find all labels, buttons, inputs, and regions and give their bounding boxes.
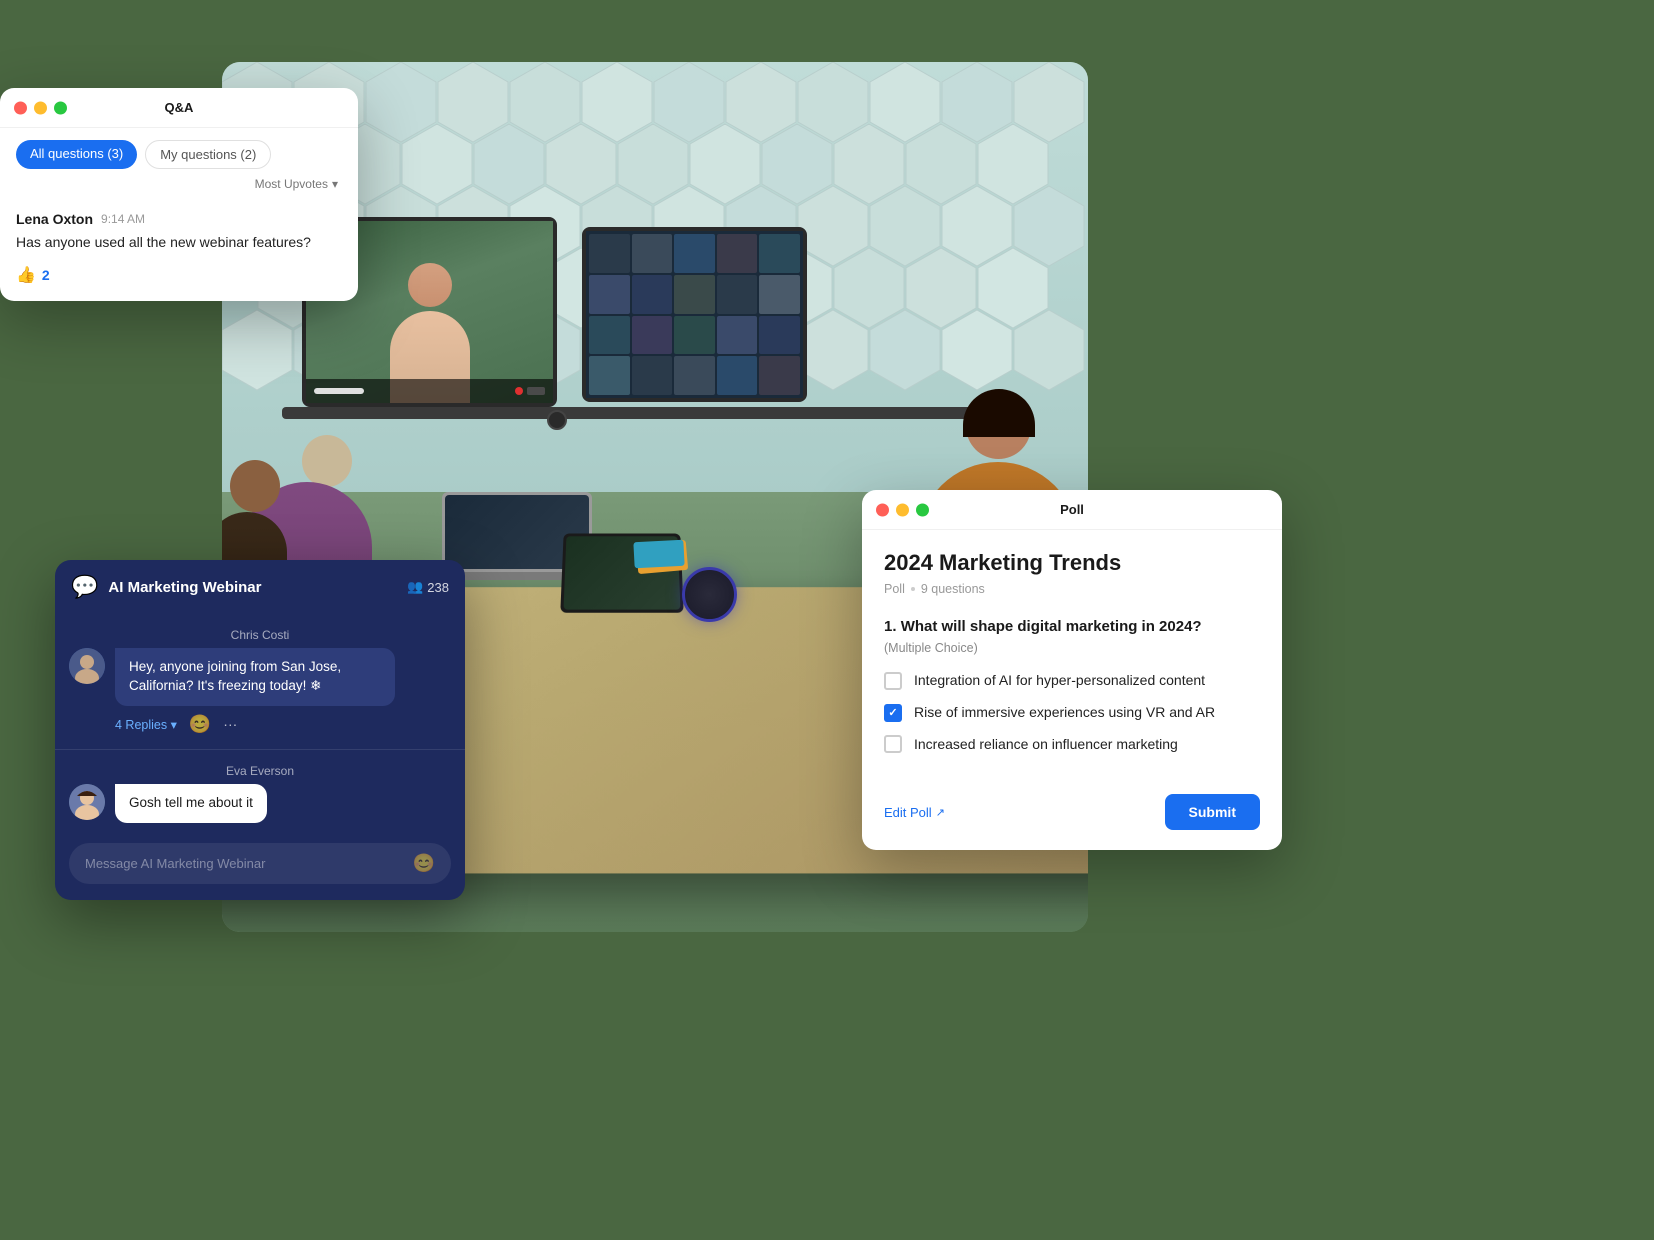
close-button[interactable] xyxy=(14,101,27,114)
more-options-btn[interactable]: ··· xyxy=(223,716,237,732)
chat-attendees: 👥 238 xyxy=(407,579,449,595)
msg-bubble-1: Hey, anyone joining from San Jose, Calif… xyxy=(115,648,395,706)
avatar-eva xyxy=(69,784,105,820)
qa-asker-info: Lena Oxton 9:14 AM xyxy=(16,211,342,227)
msg-sender-2: Eva Everson xyxy=(69,764,451,778)
poll-heading: 2024 Marketing Trends xyxy=(884,550,1260,576)
attendees-count: 238 xyxy=(427,580,449,595)
msg-bubble-2: Gosh tell me about it xyxy=(115,784,267,823)
chat-messages: Chris Costi Hey, anyone joining from San… xyxy=(55,614,465,837)
msg-sender-1: Chris Costi xyxy=(69,628,451,642)
submit-button[interactable]: Submit xyxy=(1165,794,1260,830)
poll-body: 2024 Marketing Trends Poll 9 questions 1… xyxy=(862,530,1282,794)
chat-title: AI Marketing Webinar xyxy=(108,579,261,596)
maximize-button[interactable] xyxy=(54,101,67,114)
poll-question: 1. What will shape digital marketing in … xyxy=(884,616,1260,637)
qa-title: Q&A xyxy=(165,100,194,115)
poll-window-controls xyxy=(876,503,929,516)
qa-tab-all[interactable]: All questions (3) xyxy=(16,140,137,169)
qa-sort-dropdown[interactable]: Most Upvotes ▾ xyxy=(0,169,358,199)
qa-upvote-row[interactable]: 👍 2 xyxy=(16,265,342,285)
poll-checkbox-2[interactable] xyxy=(884,704,902,722)
poll-minimize-button[interactable] xyxy=(896,503,909,516)
msg-text-1: Hey, anyone joining from San Jose, Calif… xyxy=(129,659,341,693)
poll-option-3[interactable]: Increased reliance on influencer marketi… xyxy=(884,735,1260,755)
qa-timestamp: 9:14 AM xyxy=(101,212,145,226)
minimize-button[interactable] xyxy=(34,101,47,114)
poll-options: Integration of AI for hyper-personalized… xyxy=(884,671,1260,754)
msg-row-1: Hey, anyone joining from San Jose, Calif… xyxy=(69,648,451,706)
poll-type: Poll xyxy=(884,582,905,596)
edit-poll-link[interactable]: Edit Poll ↗ xyxy=(884,805,945,820)
poll-option-1[interactable]: Integration of AI for hyper-personalized… xyxy=(884,671,1260,691)
qa-tabs: All questions (3) My questions (2) xyxy=(0,128,358,169)
poll-close-button[interactable] xyxy=(876,503,889,516)
window-controls xyxy=(14,101,67,114)
poll-question-count: 9 questions xyxy=(921,582,985,596)
poll-meta-separator xyxy=(911,587,915,591)
poll-checkbox-3[interactable] xyxy=(884,735,902,753)
qa-question-text: Has anyone used all the new webinar feat… xyxy=(16,233,342,253)
emoji-react-btn[interactable]: 😊 xyxy=(189,714,211,735)
chat-emoji-button[interactable]: 😊 xyxy=(413,853,435,874)
poll-option-1-text: Integration of AI for hyper-personalized… xyxy=(914,671,1205,691)
attendees-icon: 👥 xyxy=(407,579,423,595)
poll-option-2-text: Rise of immersive experiences using VR a… xyxy=(914,703,1215,723)
poll-option-3-text: Increased reliance on influencer marketi… xyxy=(914,735,1178,755)
edit-poll-label: Edit Poll xyxy=(884,805,932,820)
msg-text-2: Gosh tell me about it xyxy=(129,795,253,810)
chat-input-area[interactable]: Message AI Marketing Webinar 😊 xyxy=(69,843,451,884)
chat-window: 💬 AI Marketing Webinar 👥 238 Chris Costi xyxy=(55,560,465,900)
qa-asker-name: Lena Oxton xyxy=(16,211,93,227)
chat-header: 💬 AI Marketing Webinar 👥 238 xyxy=(55,560,465,614)
poll-title: Poll xyxy=(1060,502,1084,517)
qa-sort-label: Most Upvotes xyxy=(255,177,328,191)
qa-window: Q&A All questions (3) My questions (2) M… xyxy=(0,88,358,301)
poll-option-2[interactable]: Rise of immersive experiences using VR a… xyxy=(884,703,1260,723)
msg-row-2: Gosh tell me about it xyxy=(69,784,451,823)
qa-question-item: Lena Oxton 9:14 AM Has anyone used all t… xyxy=(0,199,358,301)
poll-question-type: (Multiple Choice) xyxy=(884,641,1260,655)
poll-question-number: 1. xyxy=(884,618,897,635)
poll-checkbox-1[interactable] xyxy=(884,672,902,690)
external-link-icon: ↗ xyxy=(936,806,945,819)
message-group-1: Chris Costi Hey, anyone joining from San… xyxy=(55,622,465,741)
poll-maximize-button[interactable] xyxy=(916,503,929,516)
upvote-count: 2 xyxy=(42,267,50,283)
qa-tab-my[interactable]: My questions (2) xyxy=(145,140,271,169)
msg-actions-1: 4 Replies ▾ 😊 ··· xyxy=(69,714,451,735)
thumbs-up-icon: 👍 xyxy=(16,265,36,285)
msg-replies-btn[interactable]: 4 Replies ▾ xyxy=(115,717,177,732)
chat-input-placeholder: Message AI Marketing Webinar xyxy=(85,856,265,871)
poll-meta: Poll 9 questions xyxy=(884,582,1260,596)
poll-footer: Edit Poll ↗ Submit xyxy=(862,794,1282,850)
qa-titlebar: Q&A xyxy=(0,88,358,128)
chat-header-left: 💬 AI Marketing Webinar xyxy=(71,574,262,600)
poll-question-text: What will shape digital marketing in 202… xyxy=(901,618,1202,635)
poll-window: Poll 2024 Marketing Trends Poll 9 questi… xyxy=(862,490,1282,850)
chat-bubble-icon: 💬 xyxy=(71,574,98,600)
poll-titlebar: Poll xyxy=(862,490,1282,530)
message-group-2: Eva Everson Gosh tell me about it xyxy=(55,758,465,829)
avatar-chris xyxy=(69,648,105,684)
chevron-down-icon: ▾ xyxy=(332,177,338,191)
chat-divider xyxy=(55,749,465,750)
